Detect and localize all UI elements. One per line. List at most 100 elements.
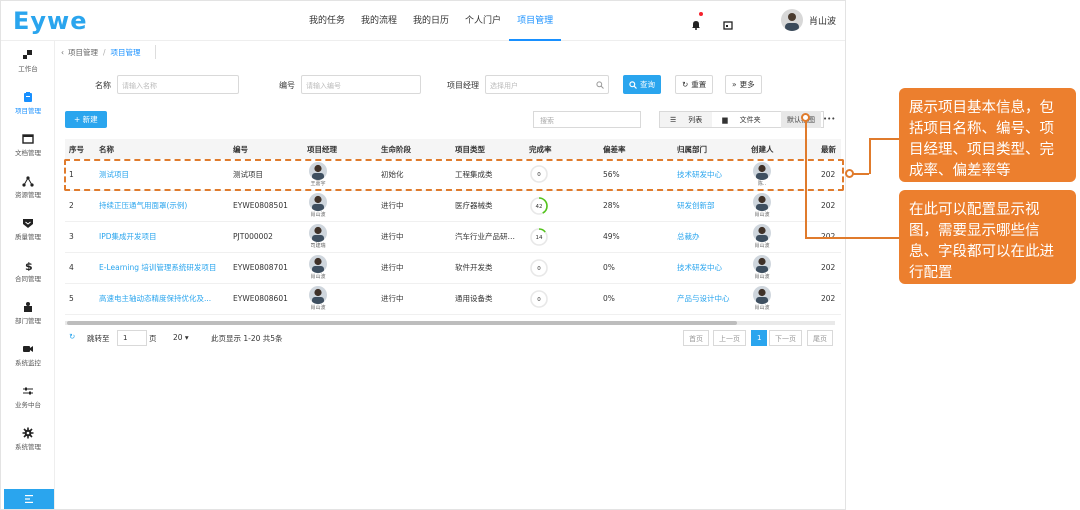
- creator-avatar[interactable]: 肖山波: [751, 193, 773, 218]
- sidebar-item-business[interactable]: 业务中台: [1, 381, 55, 417]
- cell-stage: 进行中: [377, 252, 451, 284]
- sidebar-item-monitor[interactable]: 系统监控: [1, 339, 55, 375]
- project-name-link[interactable]: IPD集成开发项目: [95, 221, 229, 253]
- col-header-index: 序号: [65, 139, 95, 159]
- col-header-name[interactable]: 名称: [95, 139, 229, 159]
- table-search-input[interactable]: 搜索: [533, 111, 641, 128]
- list-icon: ☰: [670, 115, 677, 124]
- nav-project-mgmt[interactable]: 项目管理: [509, 1, 562, 41]
- search-icon: [596, 81, 604, 89]
- query-button[interactable]: 查询: [623, 75, 661, 94]
- manager-avatar[interactable]: 司建瑞: [307, 224, 329, 249]
- list-view-button[interactable]: ☰ 列表: [660, 112, 713, 127]
- sidebar-item-system[interactable]: 系统管理: [1, 423, 55, 459]
- manager-avatar[interactable]: 肖山波: [307, 193, 329, 218]
- refresh-icon: ↻: [682, 80, 689, 89]
- creator-avatar[interactable]: 肖山波: [751, 224, 773, 249]
- project-name-link[interactable]: E-Learning 培训管理系统研发项目: [95, 252, 229, 284]
- callout-project-info: 展示项目基本信息，包括项目名称、编号、项目经理、项目类型、完成率、偏差率等: [899, 88, 1076, 182]
- callout-line: [805, 121, 807, 238]
- cell-index: 3: [65, 221, 95, 253]
- manager-placeholder: 选择用户: [490, 82, 518, 90]
- app-window: Eywe 我的任务 我的流程 我的日历 个人门户 项目管理 肖山波 工作台 项目…: [0, 0, 846, 510]
- folder-view-button[interactable]: ▆ 文件夹: [712, 112, 770, 127]
- last-page-button[interactable]: 尾页: [807, 330, 833, 346]
- col-header-deviation[interactable]: 偏差率: [599, 139, 673, 159]
- col-header-dept[interactable]: 归属部门: [673, 139, 747, 159]
- sidebar-item-department[interactable]: 部门管理: [1, 297, 55, 333]
- sidebar-item-project[interactable]: 项目管理: [1, 87, 55, 123]
- table-row[interactable]: 3 IPD集成开发项目 PJT000002 司建瑞 进行中 汽车行业产品研发... 14 49…: [65, 221, 841, 253]
- back-icon[interactable]: ‹: [61, 48, 64, 57]
- col-header-manager[interactable]: 项目经理: [303, 139, 377, 159]
- query-label: 查询: [640, 80, 655, 89]
- col-header-code[interactable]: 编号: [229, 139, 303, 159]
- nav-my-calendar[interactable]: 我的日历: [405, 1, 457, 41]
- next-page-button[interactable]: 下一页: [769, 330, 802, 346]
- refresh-icon[interactable]: ↻: [69, 332, 75, 341]
- sidebar-item-workbench[interactable]: 工作台: [1, 45, 55, 81]
- reset-button[interactable]: ↻ 重置: [675, 75, 714, 94]
- table-row[interactable]: 4 E-Learning 培训管理系统研发项目 EYWE0808701 肖山波 进行中软…: [65, 252, 841, 284]
- clipboard-icon: [24, 92, 32, 102]
- sidebar-item-label: 合同管理: [15, 275, 41, 283]
- avatar: [753, 193, 771, 211]
- col-header-stage[interactable]: 生命阶段: [377, 139, 451, 159]
- name-input[interactable]: 请输入名称: [117, 75, 239, 94]
- page-summary: 此页显示 1-20 共5条: [211, 334, 283, 343]
- project-name-link[interactable]: 高速电主轴动态精度保持优化及...: [95, 283, 229, 315]
- page-input[interactable]: 1: [117, 330, 147, 346]
- progress-value: 14: [536, 235, 543, 241]
- user-menu[interactable]: 肖山波: [781, 9, 836, 31]
- horizontal-scrollbar[interactable]: [65, 321, 835, 325]
- scrollbar-thumb[interactable]: [67, 321, 737, 325]
- table-row[interactable]: 5 高速电主轴动态精度保持优化及... EYWE0808601 肖山波 进行中 通用设备类…: [65, 283, 841, 315]
- more-button[interactable]: » 更多: [725, 75, 762, 94]
- new-button[interactable]: + 新建: [65, 111, 107, 128]
- col-header-rate[interactable]: 完成率: [525, 139, 599, 159]
- breadcrumb-root[interactable]: 项目管理: [68, 47, 98, 58]
- page-size-select[interactable]: 20 ▾: [173, 333, 189, 342]
- table-header: 序号 名称 编号 项目经理 生命阶段 项目类型 完成率 偏差率 归属部门 创建人…: [65, 139, 841, 159]
- current-page-button[interactable]: 1: [751, 330, 768, 346]
- project-name-link[interactable]: 持续正压通气用面罩(示例): [95, 190, 229, 222]
- sidebar-item-contract[interactable]: $ 合同管理: [1, 255, 55, 291]
- calendar-icon[interactable]: [723, 15, 733, 30]
- sidebar-item-docs[interactable]: 文档管理: [1, 129, 55, 165]
- shield-icon: [23, 219, 33, 228]
- more-options-button[interactable]: •••: [821, 111, 837, 128]
- cell-type: 医疗器械类: [451, 190, 525, 222]
- table-row[interactable]: 2 持续正压通气用面罩(示例) EYWE0808501 肖山波 进行中 医疗器械类 42 28…: [65, 190, 841, 222]
- dept-link[interactable]: 研发创新部: [673, 190, 747, 222]
- sidebar-item-quality[interactable]: 质量管理: [1, 213, 55, 249]
- callout-line: [805, 237, 899, 239]
- gear-icon: [22, 427, 34, 439]
- creator-avatar[interactable]: 肖山波: [751, 255, 773, 280]
- prev-page-button[interactable]: 上一页: [713, 330, 746, 346]
- sidebar-collapse-button[interactable]: [4, 489, 54, 509]
- nav-my-tasks[interactable]: 我的任务: [301, 1, 353, 41]
- col-header-type[interactable]: 项目类型: [451, 139, 525, 159]
- creator-avatar[interactable]: 肖山波: [751, 286, 773, 311]
- first-page-button[interactable]: 首页: [683, 330, 709, 346]
- dept-link[interactable]: 总裁办: [673, 221, 747, 253]
- cell-code: EYWE0808601: [229, 283, 303, 315]
- nav-my-flows[interactable]: 我的流程: [353, 1, 405, 41]
- creator-name: 肖山波: [754, 243, 770, 249]
- callout-line: [853, 173, 869, 175]
- dept-link[interactable]: 产品与设计中心: [673, 283, 747, 315]
- cell-manager: 肖山波: [303, 252, 377, 284]
- creator-name: 肖山波: [754, 274, 770, 280]
- sidebar-item-resources[interactable]: 资源管理: [1, 171, 55, 207]
- dept-link[interactable]: 技术研发中心: [673, 252, 747, 284]
- nav-personal-portal[interactable]: 个人门户: [457, 1, 509, 41]
- manager-select[interactable]: 选择用户: [485, 75, 609, 94]
- manager-avatar[interactable]: 肖山波: [307, 286, 329, 311]
- col-header-creator[interactable]: 创建人: [747, 139, 817, 159]
- bell-icon[interactable]: [691, 12, 703, 30]
- code-input[interactable]: 请输入编号: [301, 75, 421, 94]
- cell-stage: 进行中: [377, 283, 451, 315]
- manager-avatar[interactable]: 肖山波: [307, 255, 329, 280]
- list-view-label: 列表: [688, 115, 703, 124]
- col-header-latest[interactable]: 最新: [817, 139, 841, 159]
